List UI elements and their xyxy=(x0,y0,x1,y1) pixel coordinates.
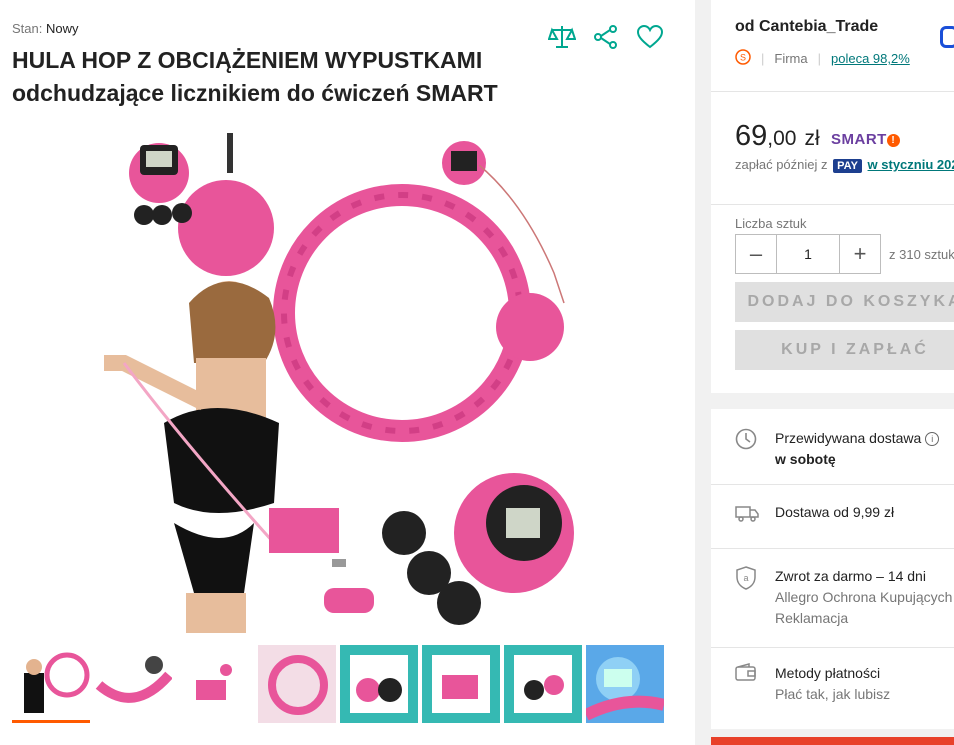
condition: Stan: Nowy xyxy=(12,21,79,36)
smart-badge[interactable]: SMART! xyxy=(831,131,900,148)
product-panel: Stan: Nowy HULA HOP Z OBCIĄŻENIEM WYPUST… xyxy=(0,0,695,745)
divider xyxy=(711,204,954,205)
wallet-icon xyxy=(735,663,757,685)
quantity-label: Liczba sztuk xyxy=(735,216,807,231)
seller-badge-icon xyxy=(940,26,954,48)
divider xyxy=(711,91,954,92)
pay-later: zapłać później z PAY w styczniu 202 xyxy=(735,157,954,173)
main-product-image[interactable] xyxy=(84,123,598,633)
svg-text:a: a xyxy=(743,573,748,583)
price: 69,00 zł xyxy=(735,120,820,152)
quantity-stepper: – + xyxy=(735,234,881,274)
thumbnail-4[interactable] xyxy=(258,645,336,723)
pay-later-link[interactable]: w styczniu 202 xyxy=(868,157,954,172)
stock-available: z 310 sztuk xyxy=(889,247,954,262)
delivery-box: Przewidywana dostawa i w sobotę Dostawa od… xyxy=(711,409,954,729)
info-icon[interactable]: i xyxy=(925,432,940,446)
seller-type: Firma xyxy=(774,51,808,66)
share-icon[interactable] xyxy=(591,22,621,52)
product-title: HULA HOP Z OBCIĄŻENIEM WYPUSTKAMI odchud… xyxy=(12,47,498,106)
buy-now-button[interactable]: KUP I ZAPŁAĆ xyxy=(735,330,954,370)
promo-banner[interactable] xyxy=(711,737,954,745)
thumbnail-3[interactable] xyxy=(176,645,254,723)
compare-scales-icon[interactable] xyxy=(547,22,577,52)
buy-box: od Cantebia_Trade S | Firma | poleca 98,… xyxy=(711,0,954,393)
thumbnail-6[interactable] xyxy=(422,645,500,723)
add-to-cart-button[interactable]: DODAJ DO KOSZYKA xyxy=(735,282,954,322)
svg-text:S: S xyxy=(740,53,746,63)
clock-icon xyxy=(735,428,757,450)
thumbnail-1[interactable] xyxy=(12,645,90,723)
product-actions xyxy=(547,22,665,52)
truck-icon xyxy=(735,502,759,524)
divider xyxy=(711,548,954,549)
seller-rating-link[interactable]: poleca 98,2% xyxy=(831,51,910,66)
shield-icon: a xyxy=(735,566,757,590)
quantity-input[interactable] xyxy=(776,235,840,273)
smart-info-icon: ! xyxy=(886,134,900,147)
increment-button[interactable]: + xyxy=(840,235,880,273)
seller-meta: S | Firma | poleca 98,2% xyxy=(735,49,910,68)
pay-badge: PAY xyxy=(833,159,862,173)
thumbnail-strip xyxy=(12,645,664,723)
thumbnail-7[interactable] xyxy=(504,645,582,723)
thumbnail-5[interactable] xyxy=(340,645,418,723)
thumbnail-8[interactable] xyxy=(586,645,664,723)
seller-name[interactable]: od Cantebia_Trade xyxy=(735,18,878,36)
divider xyxy=(711,647,954,648)
seller-level-icon: S xyxy=(735,49,751,68)
decrement-button[interactable]: – xyxy=(736,235,776,273)
thumbnail-2[interactable] xyxy=(94,645,172,723)
heart-icon[interactable] xyxy=(635,22,665,52)
divider xyxy=(711,484,954,485)
